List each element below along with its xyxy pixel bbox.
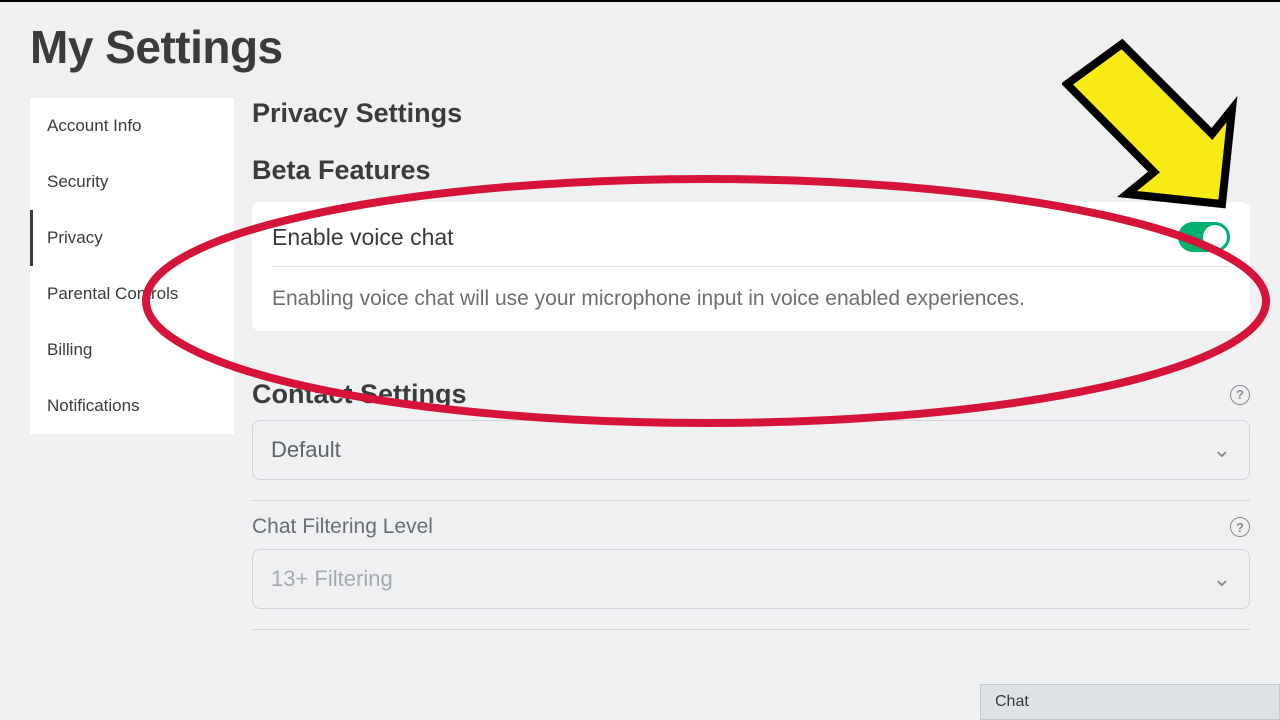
privacy-settings-heading: Privacy Settings	[252, 98, 1250, 129]
toggle-knob	[1203, 225, 1227, 249]
chat-filter-label-row: Chat Filtering Level ?	[252, 515, 1250, 539]
contact-settings-select[interactable]: Default ⌄	[252, 420, 1250, 480]
chat-dock-label: Chat	[995, 693, 1029, 711]
sidebar-item-privacy[interactable]: Privacy	[30, 210, 234, 266]
chat-filter-value: 13+ Filtering	[271, 566, 393, 592]
chevron-down-icon: ⌄	[1213, 437, 1231, 463]
sidebar-item-notifications[interactable]: Notifications	[30, 378, 234, 434]
chat-dock[interactable]: Chat	[980, 684, 1280, 720]
chat-filter-label: Chat Filtering Level	[252, 515, 433, 539]
divider	[252, 629, 1250, 630]
voice-chat-label: Enable voice chat	[272, 224, 454, 251]
voice-chat-toggle[interactable]	[1178, 222, 1230, 252]
sidebar-item-parental-controls[interactable]: Parental Controls	[30, 266, 234, 322]
voice-chat-description: Enabling voice chat will use your microp…	[272, 285, 1230, 313]
divider	[252, 500, 1250, 501]
contact-settings-heading-row: Contact Settings ?	[252, 379, 1250, 410]
sidebar-item-billing[interactable]: Billing	[30, 322, 234, 378]
sidebar-item-security[interactable]: Security	[30, 154, 234, 210]
chat-filter-select[interactable]: 13+ Filtering ⌄	[252, 549, 1250, 609]
voice-chat-toggle-row: Enable voice chat	[272, 222, 1230, 267]
page-title: My Settings	[0, 2, 1280, 74]
settings-sidebar: Account Info Security Privacy Parental C…	[30, 98, 234, 434]
settings-main: Privacy Settings Beta Features Enable vo…	[252, 98, 1250, 644]
settings-layout: Account Info Security Privacy Parental C…	[0, 74, 1280, 644]
contact-settings-value: Default	[271, 437, 341, 463]
beta-features-heading: Beta Features	[252, 155, 1250, 186]
help-icon[interactable]: ?	[1230, 385, 1250, 405]
help-icon[interactable]: ?	[1230, 517, 1250, 537]
contact-settings-heading: Contact Settings	[252, 379, 467, 410]
voice-chat-card: Enable voice chat Enabling voice chat wi…	[252, 202, 1250, 331]
chevron-down-icon: ⌄	[1213, 566, 1231, 592]
sidebar-item-account-info[interactable]: Account Info	[30, 98, 234, 154]
